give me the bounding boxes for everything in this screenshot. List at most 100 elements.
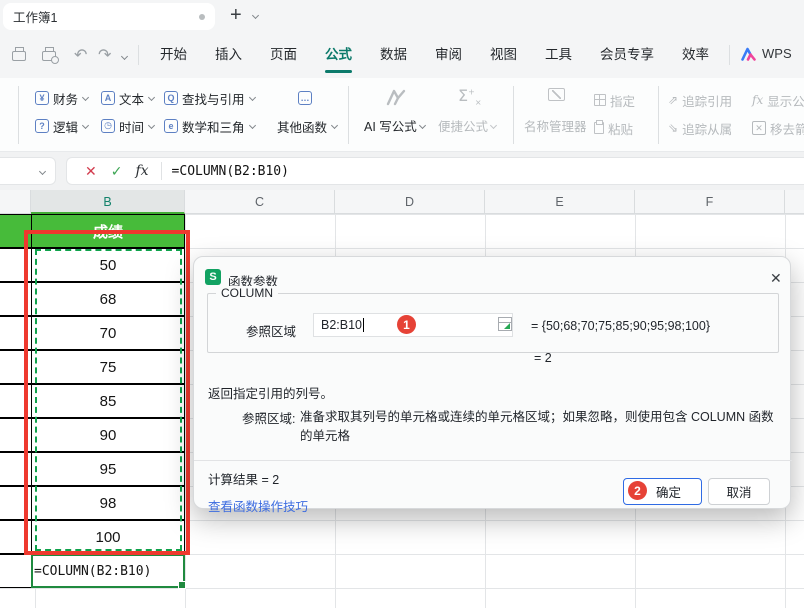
finance-label: 财务 xyxy=(53,92,79,107)
document-tab-title: 工作簿1 xyxy=(13,11,58,25)
cell-a11[interactable] xyxy=(0,554,32,588)
dialog-close-icon[interactable]: ✕ xyxy=(766,266,786,291)
wps-sheet-app-icon: S xyxy=(205,269,221,285)
step-2-badge: 2 xyxy=(628,481,647,500)
divider xyxy=(138,45,139,65)
divider xyxy=(160,162,162,180)
text-icon: A xyxy=(101,91,115,105)
assign-names-button[interactable]: 指定 xyxy=(594,90,635,110)
function-tips-link[interactable]: 查看函数操作技巧 xyxy=(208,496,308,515)
toolbar-more-chevron-icon[interactable] xyxy=(120,52,129,61)
column-header-row: B C D E F xyxy=(0,190,804,214)
remove-arrows-label: 移去箭头 xyxy=(770,122,804,137)
range-picker-icon[interactable] xyxy=(498,317,512,331)
trace-dependents-icon: ⇘ xyxy=(668,121,679,135)
finance-icon: ¥ xyxy=(35,91,49,105)
remove-arrows-button[interactable]: ✕ 移去箭头 xyxy=(752,118,804,138)
print-icon[interactable] xyxy=(12,47,26,66)
time-label: 时间 xyxy=(119,120,145,135)
trace-precedents-label: 追踪引用 xyxy=(682,94,733,109)
formula-input-area[interactable]: ✕ ✓ fx =COLUMN(B2:B10) xyxy=(66,157,804,185)
finance-functions-button[interactable]: ¥ 财务 xyxy=(35,88,90,108)
divider xyxy=(729,45,730,65)
math-label: 数学和三角 xyxy=(182,120,245,135)
column-header-d[interactable]: D xyxy=(335,190,485,214)
tab-insert[interactable]: 插入 xyxy=(201,32,256,78)
calculation-result: 计算结果 = 2 xyxy=(208,473,280,487)
value-result-text: = 2 xyxy=(534,351,552,365)
ribbon-tabs: 开始 插入 页面 公式 数据 审阅 视图 工具 会员专享 效率 xyxy=(146,32,723,78)
column-header-b[interactable]: B xyxy=(31,190,185,214)
cancel-button[interactable]: 取消 xyxy=(708,478,770,505)
text-label: 文本 xyxy=(119,92,145,107)
name-box[interactable] xyxy=(0,157,56,185)
titlebar: 工作簿1 + xyxy=(0,0,804,32)
function-arguments-dialog: S 函数参数 ✕ COLUMN 参照区域 B2:B10 1 = {50;68;7… xyxy=(193,256,792,514)
tab-efficiency[interactable]: 效率 xyxy=(668,32,723,78)
trace-precedents-icon: ⇗ xyxy=(668,93,679,107)
new-tab-button[interactable]: + xyxy=(230,4,242,27)
column-header-a-clipped[interactable] xyxy=(0,190,31,214)
divider xyxy=(18,86,19,144)
trace-dependents-button[interactable]: ⇘ 追踪从属 xyxy=(668,118,732,138)
tab-review[interactable]: 审阅 xyxy=(421,32,476,78)
quick-formula-button[interactable]: 便捷公式 xyxy=(438,116,498,135)
document-tab[interactable]: 工作簿1 xyxy=(3,3,215,30)
column-header-f[interactable]: F xyxy=(635,190,785,214)
insert-function-icon[interactable]: fx xyxy=(135,163,148,179)
active-cell-border xyxy=(31,554,186,589)
cancel-entry-icon[interactable]: ✕ xyxy=(85,163,97,180)
lookup-reference-button[interactable]: Q 查找与引用 xyxy=(164,88,256,108)
name-box-chevron-icon xyxy=(38,167,47,175)
divider xyxy=(194,460,792,461)
parameter-name-label: 参照区域: xyxy=(242,412,296,426)
clock-icon: ◷ xyxy=(101,119,115,133)
remove-arrows-icon: ✕ xyxy=(752,121,766,135)
assign-label: 指定 xyxy=(610,94,636,109)
paste-icon xyxy=(594,120,604,134)
datetime-functions-button[interactable]: ◷ 时间 xyxy=(101,116,156,136)
show-formulas-label: 显示公式 xyxy=(767,94,804,109)
ai-write-formula-button[interactable]: AI 写公式 xyxy=(364,116,426,135)
paste-label: 粘贴 xyxy=(608,122,634,137)
toolbar-row: ↶ ↷ 开始 插入 页面 公式 数据 审阅 视图 工具 会员专享 效率 WPS xyxy=(0,32,804,78)
show-formulas-button[interactable]: fx 显示公式 xyxy=(752,90,804,110)
tab-list-chevron-icon[interactable] xyxy=(251,11,260,20)
more-functions-box-button[interactable]: … xyxy=(298,88,312,108)
ai-formula-label: AI 写公式 xyxy=(364,120,417,134)
formula-bar: ✕ ✓ fx =COLUMN(B2:B10) xyxy=(0,152,804,190)
tab-home[interactable]: 开始 xyxy=(146,32,201,78)
formula-text[interactable]: =COLUMN(B2:B10) xyxy=(172,164,289,179)
redo-icon[interactable]: ↷ xyxy=(98,47,111,63)
name-manager-button[interactable]: 名称管理器 xyxy=(524,116,587,135)
parameter-description: 准备求取其列号的单元格或连续的单元格区域；如果忽略，则使用包含 COLUMN 函… xyxy=(300,410,774,443)
tab-view[interactable]: 视图 xyxy=(476,32,531,78)
divider xyxy=(658,86,659,144)
math-trig-button[interactable]: e 数学和三角 xyxy=(164,116,256,136)
tab-data[interactable]: 数据 xyxy=(366,32,421,78)
math-icon: e xyxy=(164,119,178,133)
print-preview-icon[interactable] xyxy=(42,47,59,66)
tab-member[interactable]: 会员专享 xyxy=(586,32,668,78)
trace-precedents-button[interactable]: ⇗ 追踪引用 xyxy=(668,90,732,110)
quick-formula-icon: Σ+× xyxy=(458,86,482,108)
other-functions-button[interactable]: 其他函数 xyxy=(277,116,339,136)
tab-page[interactable]: 页面 xyxy=(256,32,311,78)
text-functions-button[interactable]: A 文本 xyxy=(101,88,156,108)
unsaved-dot-icon xyxy=(199,13,205,20)
function-description: 返回指定引用的列号。 xyxy=(208,387,334,401)
brand-label: WPS xyxy=(762,46,792,61)
column-header-c[interactable]: C xyxy=(185,190,335,214)
assign-icon xyxy=(594,94,606,106)
column-header-e[interactable]: E xyxy=(485,190,635,214)
function-name-label: COLUMN xyxy=(216,286,279,300)
tab-tools[interactable]: 工具 xyxy=(531,32,586,78)
wps-ai-button[interactable]: WPS xyxy=(740,46,792,61)
paste-names-button[interactable]: 粘贴 xyxy=(594,118,633,138)
tab-formulas[interactable]: 公式 xyxy=(311,32,366,78)
logic-functions-button[interactable]: ? 逻辑 xyxy=(35,116,90,136)
confirm-entry-icon[interactable]: ✓ xyxy=(111,163,123,180)
undo-icon[interactable]: ↶ xyxy=(74,47,87,63)
logic-label: 逻辑 xyxy=(53,120,79,135)
array-result-text: = {50;68;70;75;85;90;95;98;100} xyxy=(531,319,710,333)
